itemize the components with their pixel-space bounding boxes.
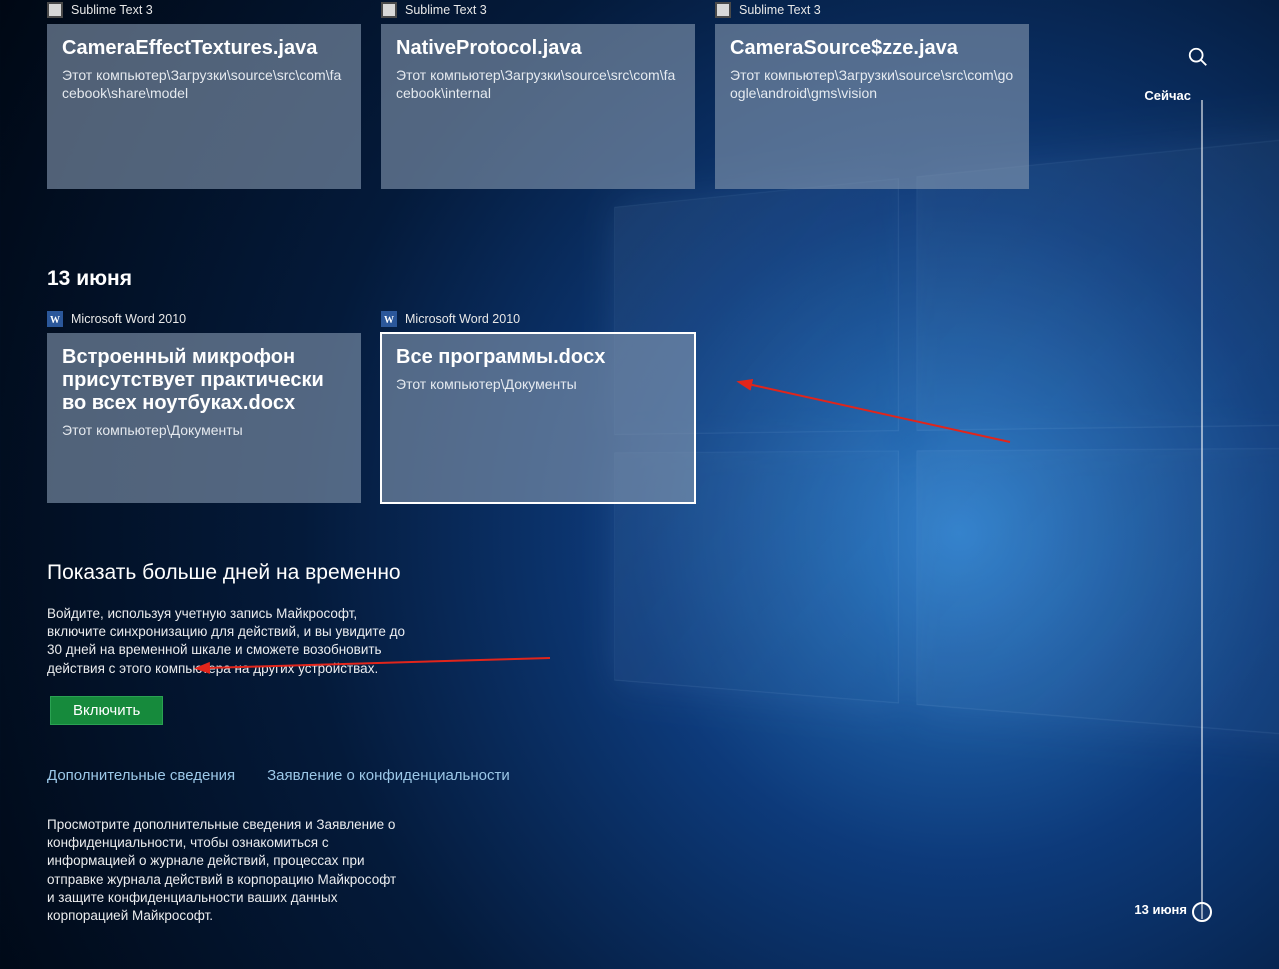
timeline-label-now: Сейчас <box>1144 88 1191 103</box>
activity-card[interactable]: Sublime Text 3 CameraEffectTextures.java… <box>47 0 361 189</box>
sublime-text-icon <box>381 2 397 18</box>
activity-app-name: Microsoft Word 2010 <box>405 312 520 326</box>
promo-footnote: Просмотрите дополнительные сведения и За… <box>47 816 407 925</box>
word-icon: W <box>381 311 397 327</box>
activity-title: NativeProtocol.java <box>396 37 680 60</box>
activity-path: Этот компьютер\Документы <box>62 421 346 439</box>
promo-title: Показать больше дней на временно <box>47 561 567 585</box>
activity-app-name: Microsoft Word 2010 <box>71 312 186 326</box>
activity-row-today: Sublime Text 3 CameraEffectTextures.java… <box>47 0 1087 189</box>
activity-title: Встроенный микрофон присутствует практич… <box>62 346 346 415</box>
activity-title: CameraSource$zze.java <box>730 37 1014 60</box>
sublime-text-icon <box>715 2 731 18</box>
word-icon: W <box>47 311 63 327</box>
promo-text: Войдите, используя учетную запись Майкро… <box>47 605 407 678</box>
activity-title: Все программы.docx <box>396 346 680 369</box>
activity-card[interactable]: W Microsoft Word 2010 Встроенный микрофо… <box>47 309 361 503</box>
activity-path: Этот компьютер\Документы <box>396 375 680 393</box>
activity-path: Этот компьютер\Загрузки\source\src\com\g… <box>730 66 1014 102</box>
enable-button[interactable]: Включить <box>50 696 163 725</box>
timeline-rail[interactable] <box>1201 100 1203 919</box>
search-icon[interactable] <box>1187 46 1209 68</box>
activity-card[interactable]: Sublime Text 3 CameraSource$zze.java Это… <box>715 0 1029 189</box>
date-heading: 13 июня <box>47 267 1087 291</box>
more-info-link[interactable]: Дополнительные сведения <box>47 767 235 784</box>
privacy-link[interactable]: Заявление о конфиденциальности <box>267 767 510 784</box>
sync-promo: Показать больше дней на временно Войдите… <box>47 561 567 925</box>
activity-path: Этот компьютер\Загрузки\source\src\com\f… <box>396 66 680 102</box>
timeline-label-date: 13 июня <box>1134 902 1187 917</box>
timeline-handle[interactable] <box>1192 902 1212 922</box>
activity-app-name: Sublime Text 3 <box>405 3 487 17</box>
activity-card[interactable]: Sublime Text 3 NativeProtocol.java Этот … <box>381 0 695 189</box>
sublime-text-icon <box>47 2 63 18</box>
svg-text:W: W <box>384 315 394 326</box>
activity-card-selected[interactable]: W Microsoft Word 2010 Все программы.docx… <box>381 309 695 503</box>
activity-title: CameraEffectTextures.java <box>62 37 346 60</box>
activity-path: Этот компьютер\Загрузки\source\src\com\f… <box>62 66 346 102</box>
activity-app-name: Sublime Text 3 <box>739 3 821 17</box>
svg-text:W: W <box>50 315 60 326</box>
activity-row-june13: W Microsoft Word 2010 Встроенный микрофо… <box>47 309 1087 503</box>
activity-app-name: Sublime Text 3 <box>71 3 153 17</box>
